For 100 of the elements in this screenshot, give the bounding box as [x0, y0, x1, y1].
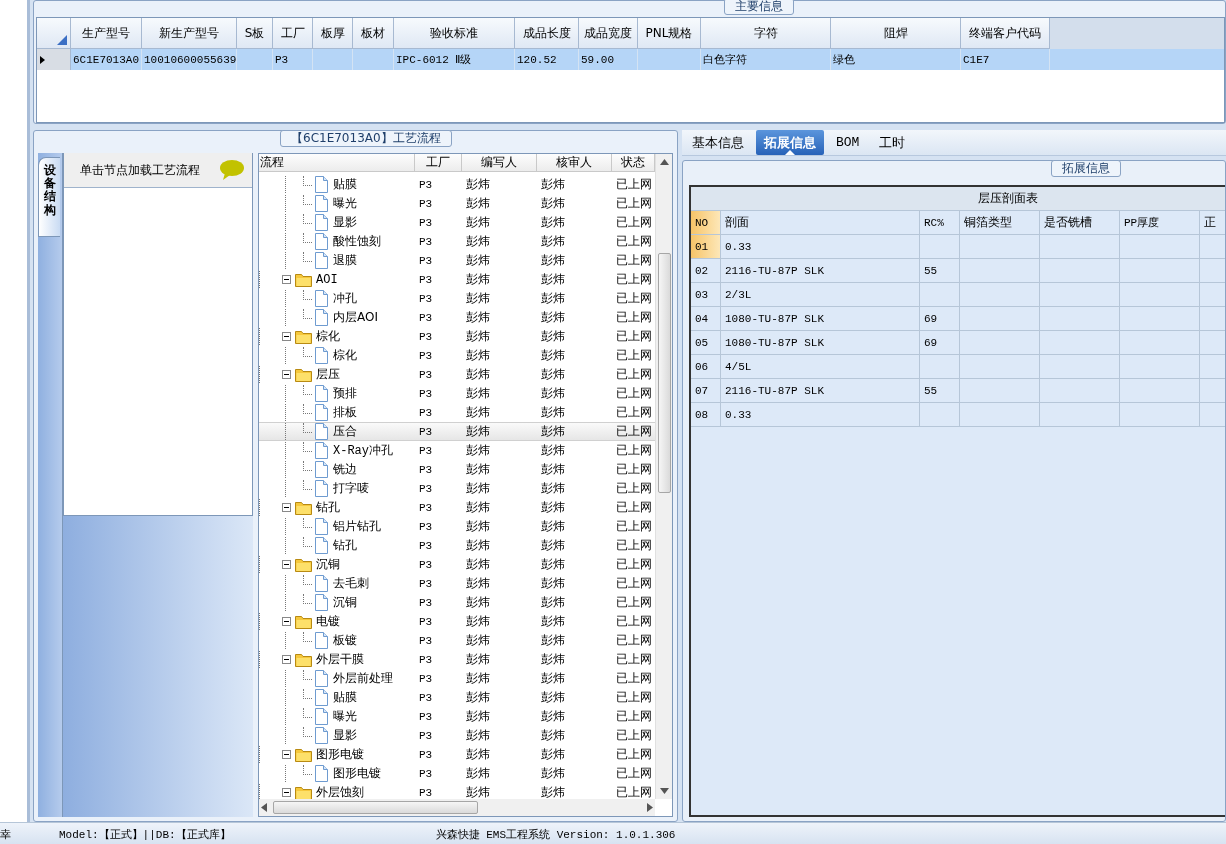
grid-corner[interactable]	[37, 18, 71, 49]
row-number[interactable]: 08	[691, 403, 721, 426]
tab[interactable]: 工时	[871, 130, 914, 155]
scroll-left-icon[interactable]	[261, 803, 267, 812]
table-cell-text: 已上网	[615, 727, 653, 744]
tab[interactable]: 拓展信息	[756, 130, 824, 155]
tree-row[interactable]: 钻孔 P3 彭炜 彭炜 已上网	[259, 536, 655, 555]
tree-row[interactable]: 沉铜 P3 彭炜 彭炜 已上网	[259, 593, 655, 612]
column-header[interactable]: 状态	[612, 154, 655, 172]
collapse-icon[interactable]	[282, 788, 291, 797]
tree-row[interactable]: 沉铜 P3 彭炜 彭炜 已上网	[259, 555, 655, 574]
row-number[interactable]: 03	[691, 283, 721, 306]
table-cell-text: 已上网	[615, 537, 653, 554]
column-header[interactable]: 阻焊	[831, 18, 961, 49]
collapse-icon[interactable]	[282, 332, 291, 341]
scroll-up-icon[interactable]	[659, 159, 669, 165]
column-header[interactable]: 是否铣槽	[1040, 211, 1120, 234]
collapse-icon[interactable]	[282, 750, 291, 759]
tree-row[interactable]: X-Ray冲孔 P3 彭炜 彭炜 已上网	[259, 441, 655, 460]
tree-row[interactable]: 去毛刺 P3 彭炜 彭炜 已上网	[259, 574, 655, 593]
tab[interactable]: 基本信息	[684, 130, 752, 155]
grid-row[interactable]: 6C1E7013A0 10010600055639 P3 IPC-6012 Ⅱ级 120.52 59.00 白色字符 绿色 C1E7	[37, 49, 1224, 70]
tree-row[interactable]: 层压 P3 彭炜 彭炜 已上网	[259, 365, 655, 384]
row-number[interactable]: 01	[691, 235, 721, 258]
folder-icon	[295, 367, 312, 382]
tree-row[interactable]: 钻孔 P3 彭炜 彭炜 已上网	[259, 498, 655, 517]
tree-row[interactable]: 冲孔 P3 彭炜 彭炜 已上网	[259, 289, 655, 308]
column-header[interactable]: 板厚	[313, 18, 353, 49]
column-header[interactable]: PNL规格	[638, 18, 701, 49]
tree-row[interactable]: 内层AOI P3 彭炜 彭炜 已上网	[259, 308, 655, 327]
column-header[interactable]: 终端客户代码	[961, 18, 1050, 49]
collapse-icon[interactable]	[282, 275, 291, 284]
scrollbar-thumb[interactable]	[657, 253, 671, 493]
column-header[interactable]: 正	[1200, 211, 1225, 234]
column-header[interactable]: RC%	[920, 211, 960, 234]
tab[interactable]: BOM	[828, 130, 868, 155]
collapse-icon[interactable]	[282, 655, 291, 664]
tree-item-label: 层压	[316, 366, 340, 383]
tree-row[interactable]: 打字唛 P3 彭炜 彭炜 已上网	[259, 479, 655, 498]
tree-row[interactable]: 曝光 P3 彭炜 彭炜 已上网	[259, 707, 655, 726]
collapse-icon[interactable]	[282, 370, 291, 379]
tree-row[interactable]: 酸性蚀刻 P3 彭炜 彭炜 已上网	[259, 232, 655, 251]
tree-row[interactable]: 曝光 P3 彭炜 彭炜 已上网	[259, 194, 655, 213]
column-header[interactable]: 核审人	[537, 154, 612, 172]
table-cell-text: P3	[418, 349, 434, 362]
row-number[interactable]: 06	[691, 355, 721, 378]
tree-row[interactable]: 电镀 P3 彭炜 彭炜 已上网	[259, 612, 655, 631]
tree-row[interactable]: 外层前处理 P3 彭炜 彭炜 已上网	[259, 669, 655, 688]
column-header[interactable]: 成品长度	[515, 18, 579, 49]
tree-row[interactable]: 贴膜 P3 彭炜 彭炜 已上网	[259, 688, 655, 707]
tree-row[interactable]: 板镀 P3 彭炜 彭炜 已上网	[259, 631, 655, 650]
table-cell-text: 彭炜	[540, 214, 566, 231]
column-header[interactable]: 工厂	[273, 18, 313, 49]
tree-row[interactable]: 外层干膜 P3 彭炜 彭炜 已上网	[259, 650, 655, 669]
row-number[interactable]: 05	[691, 331, 721, 354]
tree-row[interactable]: 显影 P3 彭炜 彭炜 已上网	[259, 726, 655, 745]
tree-row[interactable]: 棕化 P3 彭炜 彭炜 已上网	[259, 327, 655, 346]
tree-row[interactable]: 排板 P3 彭炜 彭炜 已上网	[259, 403, 655, 422]
column-header[interactable]: 编写人	[462, 154, 537, 172]
table-cell-text: 已上网	[615, 765, 653, 782]
scrollbar-thumb[interactable]	[273, 801, 478, 814]
column-header[interactable]: 生产型号	[71, 18, 142, 49]
table-cell-text: 彭炜	[540, 746, 566, 763]
table-cell-text: 彭炜	[540, 765, 566, 782]
column-header[interactable]: S板	[237, 18, 273, 49]
tree-row[interactable]: 图形电镀 P3 彭炜 彭炜 已上网	[259, 745, 655, 764]
tree-row[interactable]: 棕化 P3 彭炜 彭炜 已上网	[259, 346, 655, 365]
scroll-right-icon[interactable]	[647, 803, 653, 812]
row-number[interactable]: 04	[691, 307, 721, 330]
collapse-icon[interactable]	[282, 503, 291, 512]
tree-row[interactable]: 预排 P3 彭炜 彭炜 已上网	[259, 384, 655, 403]
column-header[interactable]: 验收标准	[394, 18, 515, 49]
row-number[interactable]: 02	[691, 259, 721, 282]
collapse-icon[interactable]	[282, 560, 291, 569]
tree-row[interactable]: 铝片钻孔 P3 彭炜 彭炜 已上网	[259, 517, 655, 536]
column-header[interactable]: 成品宽度	[579, 18, 638, 49]
tree-row[interactable]: 图形电镀 P3 彭炜 彭炜 已上网	[259, 764, 655, 783]
vertical-scrollbar[interactable]	[655, 154, 672, 799]
column-header[interactable]: 铜箔类型	[960, 211, 1040, 234]
table-cell-text: 已上网	[615, 195, 653, 212]
tree-row[interactable]: 贴膜 P3 彭炜 彭炜 已上网	[259, 175, 655, 194]
table-cell-text: 彭炜	[540, 347, 566, 364]
row-number[interactable]: 07	[691, 379, 721, 402]
collapse-icon[interactable]	[282, 617, 291, 626]
tree-row[interactable]: 铣边 P3 彭炜 彭炜 已上网	[259, 460, 655, 479]
column-header[interactable]: 新生产型号	[142, 18, 237, 49]
tree-row[interactable]: 显影 P3 彭炜 彭炜 已上网	[259, 213, 655, 232]
column-header[interactable]: 剖面	[721, 211, 920, 234]
column-header[interactable]: PP厚度	[1120, 211, 1200, 234]
tree-row[interactable]: AOI P3 彭炜 彭炜 已上网	[259, 270, 655, 289]
column-header[interactable]: NO	[691, 211, 721, 234]
side-tab[interactable]: 设备结构	[38, 157, 60, 237]
column-header[interactable]: 字符	[701, 18, 831, 49]
column-header[interactable]: 流程	[259, 154, 415, 172]
horizontal-scrollbar[interactable]	[259, 799, 655, 816]
tree-row[interactable]: 退膜 P3 彭炜 彭炜 已上网	[259, 251, 655, 270]
column-header[interactable]: 工厂	[415, 154, 462, 172]
tree-row[interactable]: 压合 P3 彭炜 彭炜 已上网	[259, 422, 655, 441]
scroll-down-icon[interactable]	[659, 788, 669, 794]
column-header[interactable]: 板材	[353, 18, 394, 49]
